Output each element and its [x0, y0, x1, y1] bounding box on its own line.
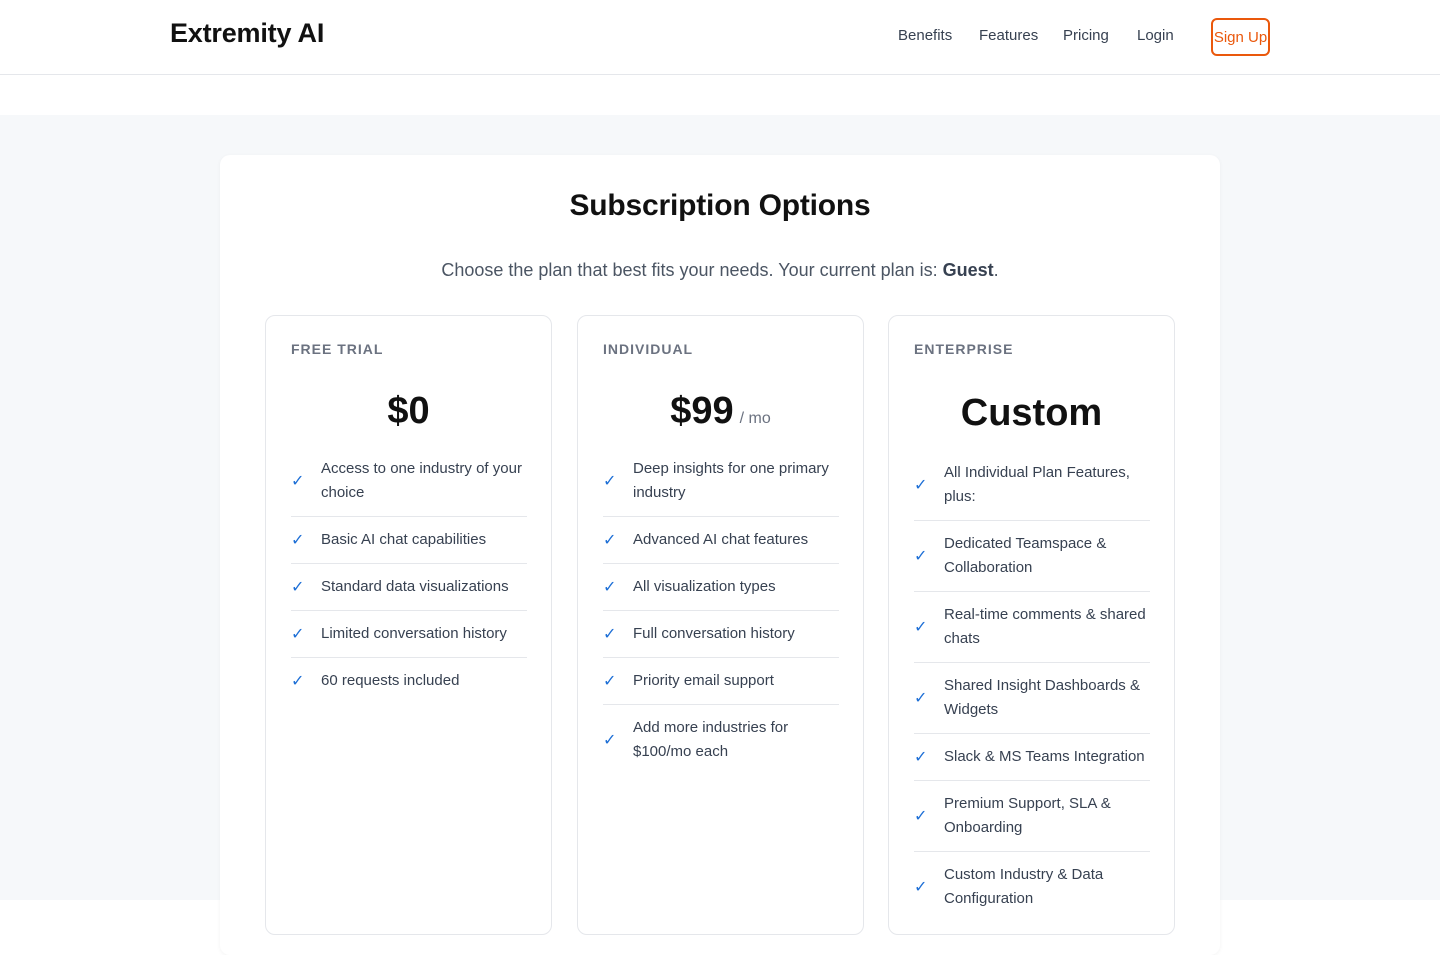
plan-price: Custom — [889, 392, 1174, 435]
feature-item: ✓ Shared Insight Dashboards & Widgets — [914, 663, 1150, 734]
feature-item: ✓ Advanced AI chat features — [603, 517, 839, 564]
feature-item: ✓ Slack & MS Teams Integration — [914, 734, 1150, 781]
checkmark-icon: ✓ — [914, 690, 928, 707]
checkmark-icon: ✓ — [603, 473, 617, 490]
plan-tier-label: INDIVIDUAL — [603, 341, 694, 357]
page-title: Subscription Options — [569, 189, 871, 222]
feature-text: Limited conversation history — [321, 625, 507, 642]
checkmark-icon: ✓ — [603, 579, 617, 596]
checkmark-icon: ✓ — [914, 808, 928, 825]
checkmark-icon: ✓ — [914, 619, 928, 636]
feature-text: Priority email support — [633, 672, 774, 689]
checkmark-icon: ✓ — [291, 532, 305, 549]
feature-item: ✓ Add more industries for $100/mo each — [603, 705, 839, 775]
feature-item: ✓ Standard data visualizations — [291, 564, 527, 611]
checkmark-icon: ✓ — [291, 626, 305, 643]
feature-text: Custom Industry & Data Configuration — [944, 866, 1104, 907]
feature-list: ✓ All Individual Plan Features, plus: ✓ De… — [914, 450, 1150, 922]
checkmark-icon: ✓ — [603, 673, 617, 690]
feature-text: Deep insights for one primary industry — [633, 460, 829, 501]
brand-logo[interactable]: Extremity AI — [170, 18, 324, 49]
nav-link-login[interactable]: Login — [1137, 27, 1174, 44]
feature-text: All visualization types — [633, 578, 776, 595]
feature-text: Basic AI chat capabilities — [321, 531, 487, 548]
plan-tier-label: ENTERPRISE — [914, 341, 1014, 357]
feature-item: ✓ All visualization types — [603, 564, 839, 611]
price-amount: Custom — [960, 392, 1103, 434]
checkmark-icon: ✓ — [914, 548, 928, 565]
checkmark-icon: ✓ — [603, 626, 617, 643]
feature-item: ✓ Access to one industry of your choice — [291, 446, 527, 517]
price-amount: $0 — [387, 390, 430, 432]
checkmark-icon: ✓ — [291, 473, 305, 490]
feature-text: Full conversation history — [633, 625, 795, 642]
feature-text: Slack & MS Teams Integration — [944, 748, 1145, 765]
feature-text: Access to one industry of your choice — [321, 460, 522, 501]
feature-item: ✓ Custom Industry & Data Configuration — [914, 852, 1150, 922]
current-plan-value: Guest — [942, 260, 994, 280]
price-period: / mo — [739, 410, 771, 427]
price-amount: $99 — [670, 390, 734, 432]
feature-item: ✓ Full conversation history — [603, 611, 839, 658]
feature-item: ✓ Basic AI chat capabilities — [291, 517, 527, 564]
checkmark-icon: ✓ — [914, 477, 928, 494]
feature-item: ✓ 60 requests included — [291, 658, 527, 704]
subtitle-text: Choose the plan that best fits your need… — [441, 260, 943, 280]
subtitle-suffix: . — [993, 260, 999, 280]
plan-tier-label: FREE TRIAL — [291, 341, 384, 357]
top-nav-bar: Extremity AI Benefits Features Pricing L… — [0, 0, 1440, 75]
checkmark-icon: ✓ — [603, 732, 617, 749]
plan-price: $99 / mo — [578, 390, 863, 433]
feature-text: Premium Support, SLA & Onboarding — [944, 795, 1111, 836]
checkmark-icon: ✓ — [603, 532, 617, 549]
feature-text: Add more industries for $100/mo each — [633, 719, 789, 760]
feature-text: Shared Insight Dashboards & Widgets — [944, 677, 1140, 718]
feature-item: ✓ Deep insights for one primary industry — [603, 446, 839, 517]
checkmark-icon: ✓ — [914, 749, 928, 766]
page-subtitle: Choose the plan that best fits your need… — [0, 260, 1440, 281]
feature-item: ✓ Dedicated Teamspace & Collaboration — [914, 521, 1150, 592]
plan-card-enterprise: ENTERPRISE Custom ✓ All Individual Plan F… — [888, 315, 1175, 935]
sign-up-button[interactable]: Sign Up — [1211, 18, 1270, 56]
feature-text: All Individual Plan Features, plus: — [944, 464, 1130, 505]
nav-link-pricing[interactable]: Pricing — [1063, 27, 1109, 44]
plan-card-free-trial: FREE TRIAL $0 ✓ Access to one industry of… — [265, 315, 552, 935]
checkmark-icon: ✓ — [914, 879, 928, 896]
feature-text: Standard data visualizations — [321, 578, 509, 595]
feature-item: ✓ Priority email support — [603, 658, 839, 705]
feature-text: Advanced AI chat features — [633, 531, 809, 548]
feature-item: ✓ Real-time comments & shared chats — [914, 592, 1150, 663]
feature-text: Real-time comments & shared chats — [944, 606, 1146, 647]
feature-text: Dedicated Teamspace & Collaboration — [944, 535, 1107, 576]
feature-item: ✓ All Individual Plan Features, plus: — [914, 450, 1150, 521]
checkmark-icon: ✓ — [291, 579, 305, 596]
feature-item: ✓ Premium Support, SLA & Onboarding — [914, 781, 1150, 852]
feature-text: 60 requests included — [321, 672, 460, 689]
plan-card-individual: INDIVIDUAL $99 / mo ✓ Deep insights for on… — [577, 315, 864, 935]
feature-list: ✓ Deep insights for one primary industry … — [603, 446, 839, 775]
nav-link-benefits[interactable]: Benefits — [898, 27, 952, 44]
plan-price: $0 — [266, 390, 551, 433]
nav-link-features[interactable]: Features — [979, 27, 1038, 44]
feature-item: ✓ Limited conversation history — [291, 611, 527, 658]
feature-list: ✓ Access to one industry of your choice ✓… — [291, 446, 527, 704]
checkmark-icon: ✓ — [291, 673, 305, 690]
